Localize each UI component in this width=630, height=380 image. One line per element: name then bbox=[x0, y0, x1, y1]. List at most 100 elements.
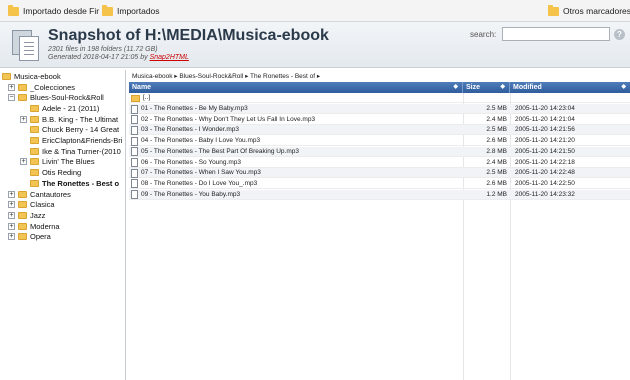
file-row[interactable]: 04 - The Ronettes - Baby I Love You.mp3 2… bbox=[129, 136, 630, 147]
expand-toggle-icon[interactable]: − bbox=[8, 94, 15, 102]
name-cell: 05 - The Ronettes - The Best Part Of Bre… bbox=[131, 147, 461, 157]
file-size: 2.4 MB bbox=[486, 115, 507, 123]
folder-icon bbox=[30, 126, 39, 134]
file-modified: 2005-11-20 14:21:50 bbox=[515, 147, 575, 155]
expand-toggle-icon[interactable]: + bbox=[8, 83, 15, 91]
column-header-modified[interactable]: Modified ◆ bbox=[510, 82, 630, 93]
tree-item[interactable]: + B.B. King - The Ultimat bbox=[20, 114, 118, 124]
expand-toggle-icon[interactable]: + bbox=[8, 201, 15, 209]
file-modified: 2005-11-20 14:22:18 bbox=[515, 158, 575, 166]
tree-label: Clasica bbox=[30, 200, 55, 210]
bookmark-item-0[interactable]: Importado desde Fir bbox=[8, 4, 99, 18]
column-label: Modified bbox=[513, 84, 542, 91]
bookmark-other[interactable]: Otros marcadores bbox=[548, 4, 630, 18]
tree-item[interactable]: + Clasica bbox=[8, 200, 55, 210]
parent-folder-row[interactable]: [..] bbox=[129, 93, 630, 103]
tree-item[interactable]: + Moderna bbox=[8, 221, 60, 231]
expand-toggle-icon[interactable]: + bbox=[20, 115, 27, 123]
file-name[interactable]: 09 - The Ronettes - You Baby.mp3 bbox=[141, 190, 240, 200]
file-name[interactable]: 06 - The Ronettes - So Young.mp3 bbox=[141, 158, 241, 168]
snapshot-pages-icon bbox=[10, 28, 40, 62]
folder-tree: Musica-ebook + _Colecciones − Blues-Soul-Ro… bbox=[0, 70, 126, 380]
tree-label: Chuck Berry - 14 Great bbox=[42, 125, 120, 135]
search-input[interactable] bbox=[502, 27, 610, 41]
file-name[interactable]: 04 - The Ronettes - Baby I Love You.mp3 bbox=[141, 136, 260, 146]
file-row[interactable]: 08 - The Ronettes - Do I Love You_.mp3 2.… bbox=[129, 179, 630, 189]
snapshot-stats: 2301 files in 198 folders (11.72 GB) bbox=[48, 46, 158, 53]
file-size: 2.5 MB bbox=[486, 105, 507, 112]
folder-icon bbox=[30, 115, 39, 123]
file-modified: 2005-11-20 14:21:20 bbox=[515, 137, 575, 145]
search-label: search: bbox=[470, 30, 497, 39]
file-name[interactable]: 03 - The Ronettes - I Wonder.mp3 bbox=[141, 125, 239, 135]
file-row[interactable]: 06 - The Ronettes - So Young.mp3 2.4 MB 20… bbox=[129, 158, 630, 168]
tree-item[interactable]: + Livin' The Blues bbox=[20, 157, 95, 167]
file-row[interactable]: 09 - The Ronettes - You Baby.mp3 1.2 MB 20… bbox=[129, 189, 630, 200]
column-header-size[interactable]: Size ◆ bbox=[463, 82, 510, 93]
tree-label: Otis Reding bbox=[42, 168, 82, 178]
snapshot-meta: 2301 files in 198 folders (11.72 GB) Gen… bbox=[48, 46, 189, 62]
tree-item[interactable]: Otis Reding bbox=[20, 168, 81, 178]
folder-icon bbox=[30, 158, 39, 166]
tree-label: Cantautores bbox=[30, 189, 71, 199]
tree-label: Jazz bbox=[30, 210, 46, 220]
tree-root[interactable]: Musica-ebook bbox=[2, 71, 61, 81]
tree-item[interactable]: Adele - 21 (2011) bbox=[20, 103, 99, 113]
folder-icon bbox=[102, 4, 113, 16]
name-cell: 02 - The Ronettes - Why Don't They Let U… bbox=[131, 115, 461, 125]
file-size: 2.6 MB bbox=[486, 179, 507, 187]
tree-label: Moderna bbox=[30, 221, 60, 231]
file-icon bbox=[131, 158, 138, 167]
name-cell: 08 - The Ronettes - Do I Love You_.mp3 bbox=[131, 179, 461, 189]
expand-toggle-icon[interactable]: + bbox=[8, 222, 15, 230]
expand-toggle-icon[interactable]: + bbox=[8, 190, 15, 198]
file-row[interactable]: 05 - The Ronettes - The Best Part Of Bre… bbox=[129, 146, 630, 157]
file-row[interactable]: 02 - The Ronettes - Why Don't They Let U… bbox=[129, 115, 630, 125]
folder-icon bbox=[18, 233, 27, 241]
file-name[interactable]: 05 - The Ronettes - The Best Part Of Bre… bbox=[141, 147, 299, 157]
tree-label: Ike & Tina Turner-(2010 bbox=[42, 146, 121, 156]
expand-toggle-icon[interactable]: + bbox=[8, 211, 15, 219]
name-cell: 01 - The Ronettes - Be My Baby.mp3 bbox=[131, 104, 461, 114]
file-name[interactable]: 08 - The Ronettes - Do I Love You_.mp3 bbox=[141, 179, 257, 189]
generated-prefix: Generated 2018-04-17 21:05 by bbox=[48, 54, 150, 61]
name-cell: 03 - The Ronettes - I Wonder.mp3 bbox=[131, 125, 461, 135]
bookmark-label: Importado desde Fir bbox=[23, 6, 100, 16]
expand-toggle-icon[interactable]: + bbox=[8, 233, 15, 241]
tree-item[interactable]: + Opera bbox=[8, 232, 51, 242]
bookmark-item-1[interactable]: Importados bbox=[102, 4, 160, 18]
tree-item[interactable]: EricClapton&Friends-Bri bbox=[20, 136, 122, 146]
expand-toggle-icon[interactable]: + bbox=[20, 158, 27, 166]
file-name[interactable]: 01 - The Ronettes - Be My Baby.mp3 bbox=[141, 104, 248, 114]
help-icon[interactable]: ? bbox=[614, 29, 625, 40]
open-folder-icon bbox=[2, 72, 11, 80]
folder-icon bbox=[18, 201, 27, 209]
column-label: Name bbox=[132, 84, 152, 91]
folder-icon bbox=[18, 190, 27, 198]
file-row[interactable]: 07 - The Ronettes - When I Saw You.mp3 2.… bbox=[129, 168, 630, 179]
folder-icon bbox=[18, 94, 27, 102]
tree-label: _Colecciones bbox=[30, 82, 76, 92]
file-modified: 2005-11-20 14:23:32 bbox=[515, 190, 575, 198]
breadcrumb[interactable]: Musica-ebook ▸ Blues-Soul-Rock&Roll ▸ Th… bbox=[132, 72, 320, 80]
generator-link[interactable]: Snap2HTML bbox=[150, 54, 189, 61]
tree-item[interactable]: + Cantautores bbox=[8, 189, 71, 199]
folder-icon bbox=[30, 137, 39, 144]
snapshot-header: Snapshot of H:\MEDIA\Musica-ebook 2301 f… bbox=[0, 22, 630, 68]
file-row[interactable]: 03 - The Ronettes - I Wonder.mp3 2.5 MB 20… bbox=[129, 125, 630, 136]
tree-item[interactable]: + Jazz bbox=[8, 210, 45, 220]
folder-icon bbox=[8, 4, 19, 16]
tree-item[interactable]: Ike & Tina Turner-(2010 bbox=[20, 146, 121, 156]
tree-item[interactable]: − Blues-Soul-Rock&Roll bbox=[8, 93, 104, 103]
tree-item[interactable]: Chuck Berry - 14 Great bbox=[20, 125, 119, 135]
file-row[interactable]: 01 - The Ronettes - Be My Baby.mp3 2.5 MB… bbox=[129, 104, 630, 114]
tree-item[interactable]: The Ronettes - Best o bbox=[20, 178, 119, 188]
file-icon bbox=[131, 125, 138, 135]
folder-icon bbox=[18, 83, 27, 91]
file-name[interactable]: 02 - The Ronettes - Why Don't They Let U… bbox=[141, 115, 315, 125]
file-icon bbox=[131, 168, 138, 178]
column-header-name[interactable]: Name ◆ bbox=[129, 82, 463, 93]
file-name[interactable]: 07 - The Ronettes - When I Saw You.mp3 bbox=[141, 168, 261, 178]
file-modified: 2005-11-20 14:21:04 bbox=[515, 115, 575, 123]
tree-item[interactable]: + _Colecciones bbox=[8, 82, 75, 92]
